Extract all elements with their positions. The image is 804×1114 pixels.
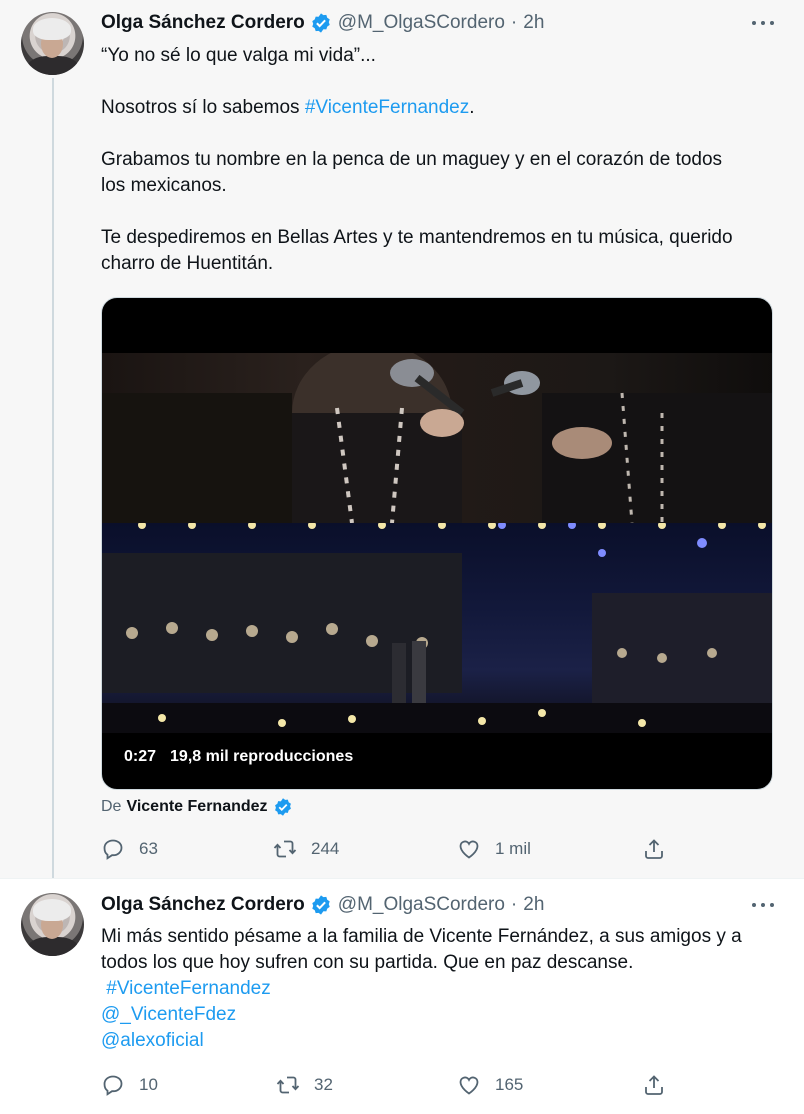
author-name[interactable]: Olga Sánchez Cordero — [101, 894, 305, 916]
verified-icon — [312, 895, 330, 915]
tweet-line — [101, 199, 773, 225]
reply-button[interactable]: 10 — [101, 1070, 158, 1100]
tweet[interactable]: Olga Sánchez Cordero @M_OlgaSCordero · 2… — [0, 0, 804, 878]
tweet-text: “Yo no sé lo que valga mi vida”... Nosot… — [101, 43, 773, 277]
thread-connector — [52, 78, 54, 878]
tweet-header: Olga Sánchez Cordero @M_OlgaSCordero · 2… — [101, 892, 544, 918]
video-stage-image — [102, 521, 772, 733]
share-button[interactable] — [642, 834, 680, 864]
tweet-line — [101, 121, 773, 147]
like-count: 1 mil — [495, 839, 531, 858]
retweet-button[interactable]: 32 — [276, 1070, 333, 1100]
attribution-prefix: De — [101, 798, 122, 815]
video-views: 19,8 mil reproducciones — [170, 748, 354, 765]
video-screen-image — [102, 353, 772, 524]
reply-icon — [103, 1075, 123, 1096]
video-stats: 0:27 19,8 mil reproducciones — [124, 748, 353, 766]
video-duration: 0:27 — [124, 748, 157, 765]
tweet-line: Nosotros sí lo sabemos #VicenteFernandez… — [101, 95, 773, 121]
more-icon[interactable] — [752, 12, 774, 34]
mention-link[interactable]: @_VicenteFdez — [101, 1002, 773, 1028]
share-icon — [645, 839, 663, 859]
retweet-icon — [276, 1076, 300, 1094]
avatar[interactable] — [21, 893, 84, 956]
retweet-count: 244 — [311, 839, 340, 858]
timestamp[interactable]: 2h — [523, 12, 544, 34]
verified-icon — [312, 13, 330, 33]
tweet-line: “Yo no sé lo que valga mi vida”... — [101, 45, 376, 66]
like-icon — [459, 1076, 479, 1095]
tweet-line: los mexicanos. — [101, 175, 227, 196]
retweet-button[interactable]: 244 — [273, 834, 339, 864]
reply-count: 63 — [139, 839, 158, 858]
hashtag-link[interactable]: #VicenteFernandez — [305, 97, 469, 118]
reply-count: 10 — [139, 1075, 158, 1094]
reply-icon — [103, 839, 123, 860]
tweet-line: Te despediremos en Bellas Artes y te man… — [101, 227, 733, 248]
separator-dot: · — [510, 894, 518, 915]
video-player[interactable]: 0:27 19,8 mil reproducciones — [101, 297, 773, 790]
author-handle[interactable]: @M_OlgaSCordero — [338, 12, 505, 34]
avatar[interactable] — [21, 12, 84, 75]
reply-button[interactable]: 63 — [101, 834, 158, 864]
tweet-header: Olga Sánchez Cordero @M_OlgaSCordero · 2… — [101, 10, 544, 36]
verified-icon — [274, 798, 291, 816]
hashtag-link[interactable]: #VicenteFernandez — [101, 976, 773, 1002]
retweet-icon — [273, 840, 297, 858]
tweet-text: Mi más sentido pésame a la familia de Vi… — [101, 924, 773, 1054]
tweet-line: Mi más sentido pésame a la familia de Vi… — [101, 926, 742, 947]
like-icon — [459, 840, 479, 859]
video-frame — [102, 353, 772, 733]
timestamp[interactable]: 2h — [523, 894, 544, 916]
author-name[interactable]: Olga Sánchez Cordero — [101, 12, 305, 34]
separator-dot: · — [510, 12, 518, 33]
like-button[interactable]: 165 — [457, 1070, 523, 1100]
share-icon — [645, 1075, 663, 1095]
author-handle[interactable]: @M_OlgaSCordero — [338, 894, 505, 916]
text-span: . — [469, 97, 475, 118]
tweet-line: charro de Huentitán. — [101, 253, 274, 274]
like-button[interactable]: 1 mil — [457, 834, 531, 864]
tweet-actions: 63 244 1 mil — [101, 834, 681, 864]
mention-link[interactable]: @alexoficial — [101, 1028, 773, 1054]
tweet-actions: 10 32 165 — [101, 1070, 681, 1100]
share-button[interactable] — [642, 1070, 680, 1100]
retweet-count: 32 — [314, 1075, 333, 1094]
text-span: Nosotros sí lo sabemos — [101, 97, 305, 118]
tweet-line: todos los que hoy sufren con su partida.… — [101, 952, 634, 973]
video-attribution: De Vicente Fernandez — [101, 796, 299, 818]
tweet-line — [101, 69, 773, 95]
tweet[interactable]: Olga Sánchez Cordero @M_OlgaSCordero · 2… — [0, 878, 804, 1114]
more-icon[interactable] — [752, 894, 774, 916]
like-count: 165 — [495, 1075, 524, 1094]
attribution-name[interactable]: Vicente Fernandez — [126, 796, 267, 818]
tweet-line: Grabamos tu nombre en la penca de un mag… — [101, 149, 723, 170]
